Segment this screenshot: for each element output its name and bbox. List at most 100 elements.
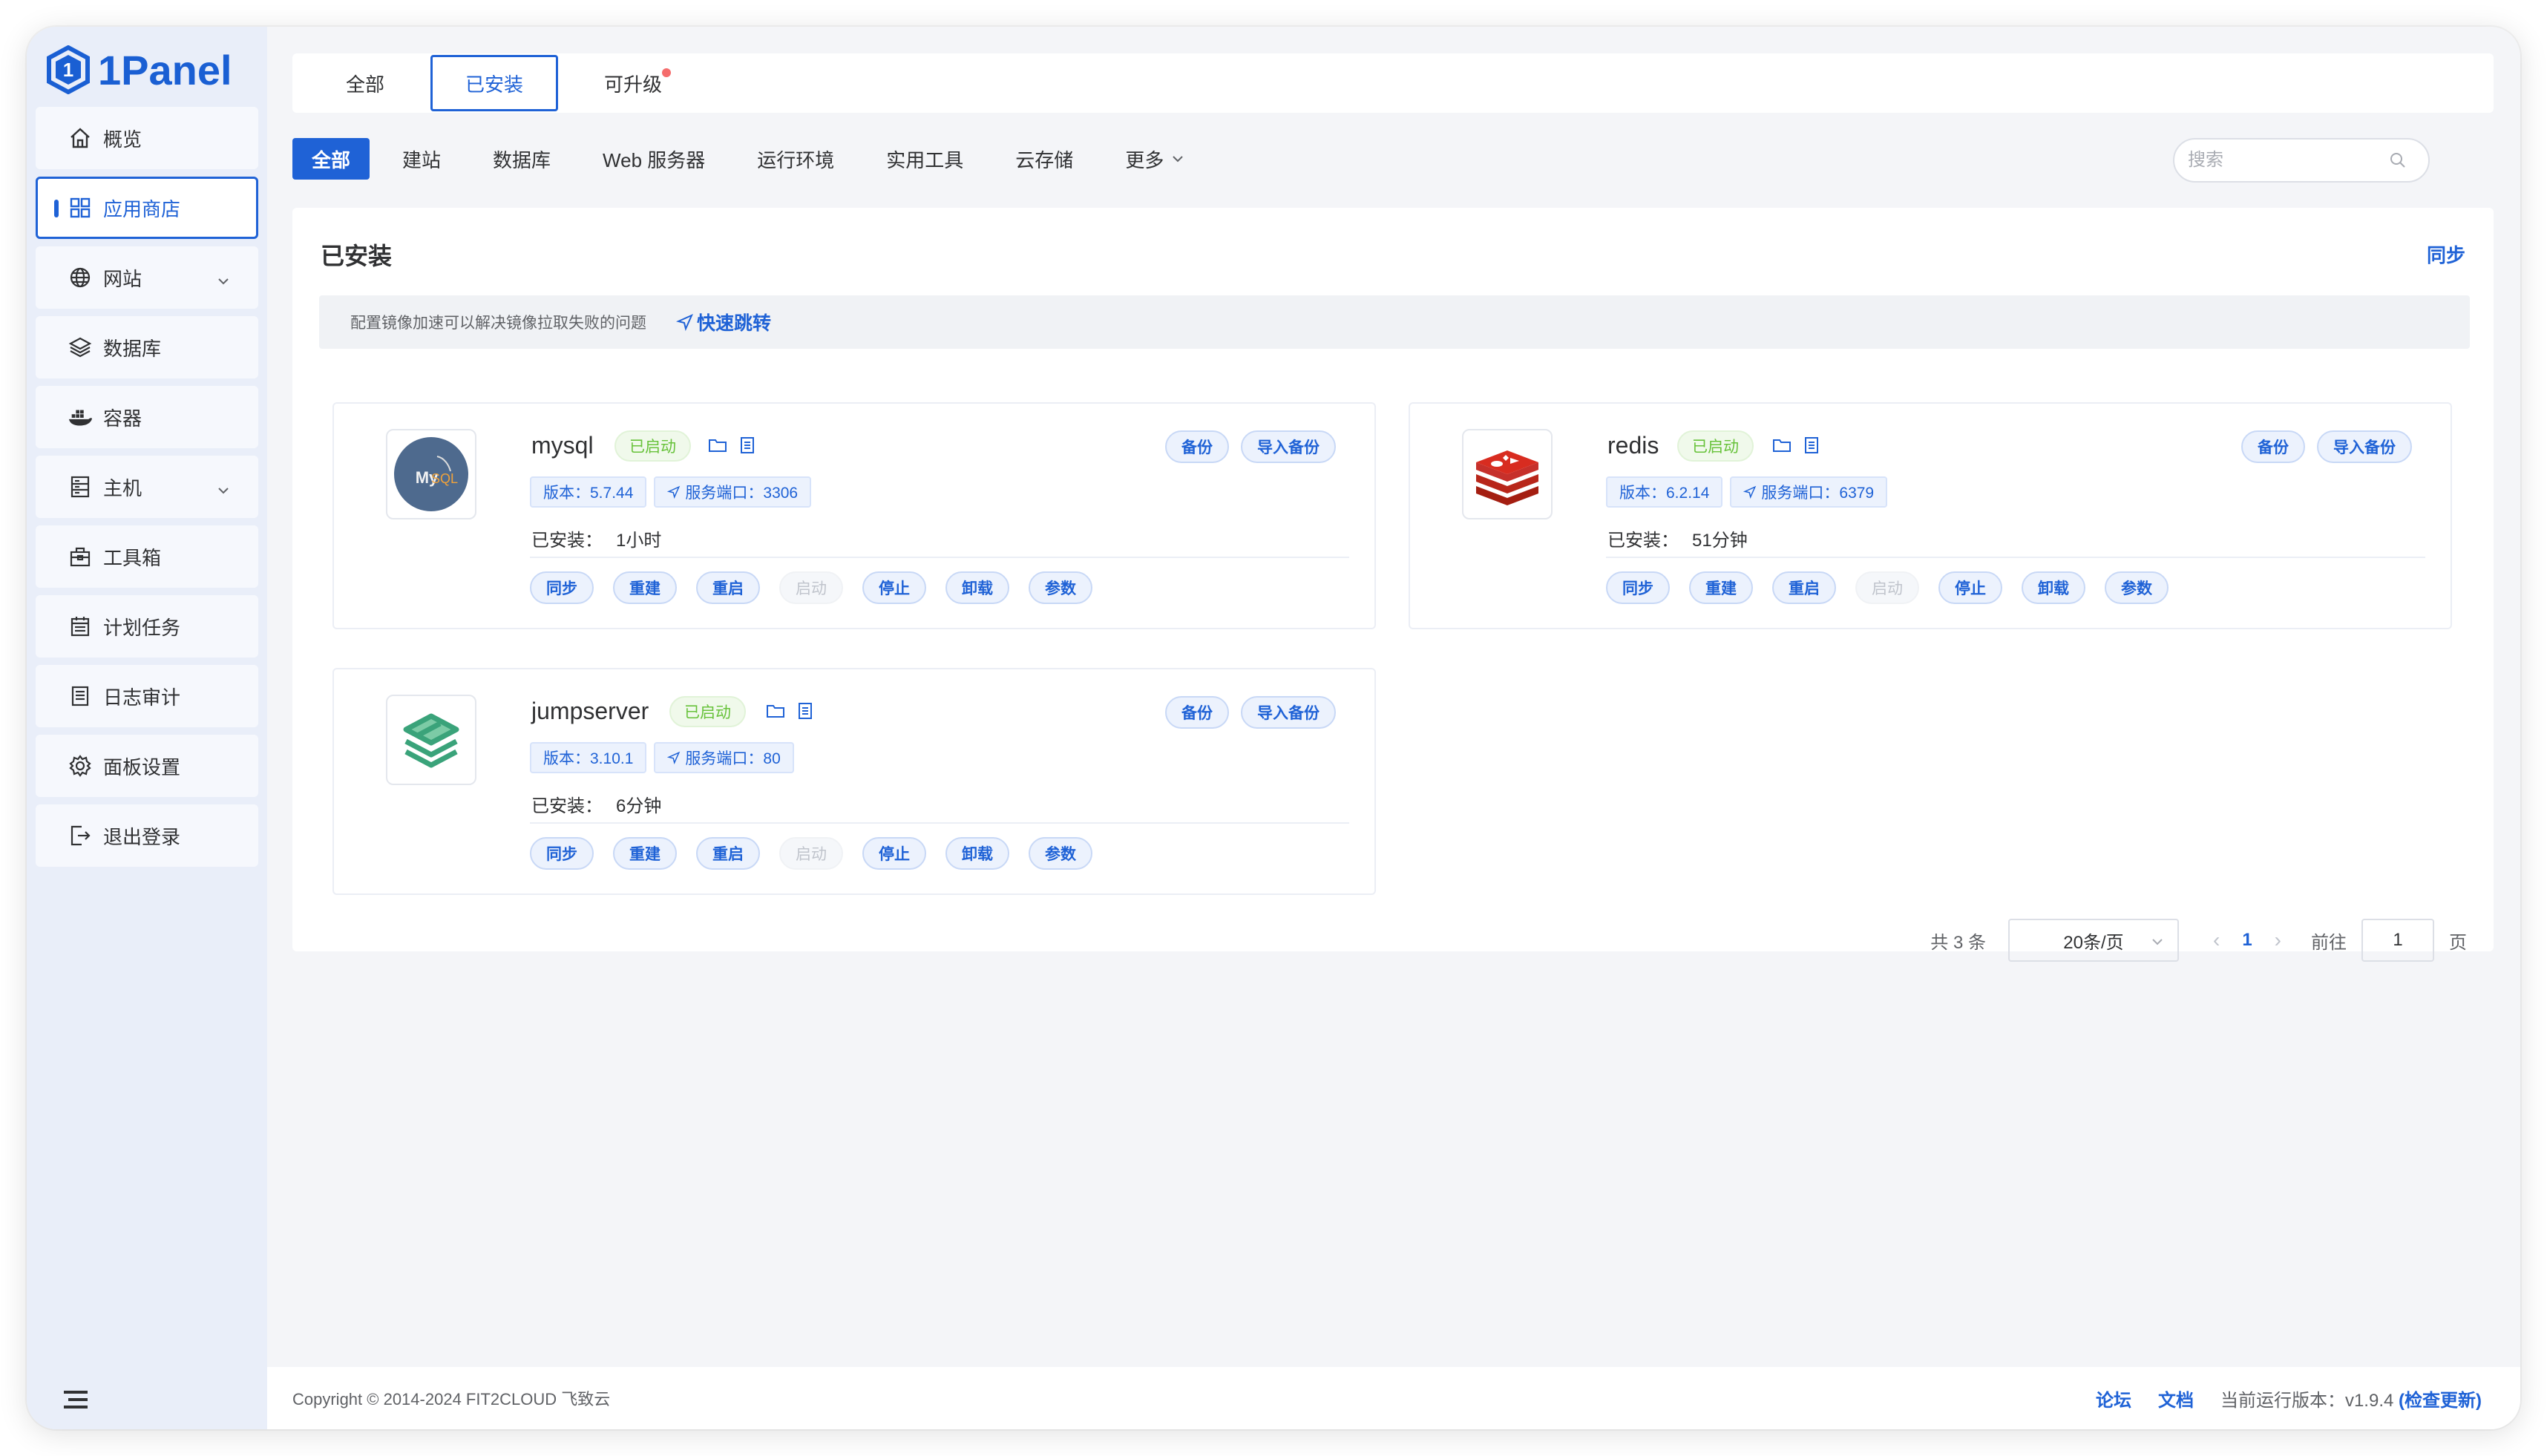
restart-button[interactable]: 重启	[696, 837, 760, 870]
document-icon[interactable]	[1803, 436, 1820, 454]
page-size-select[interactable]: 20条/页	[2007, 919, 2179, 962]
sync-app-button[interactable]: 同步	[1606, 571, 1670, 604]
notice-text: 配置镜像加速可以解决镜像拉取失败的问题	[350, 315, 646, 332]
import-backup-button[interactable]: 导入备份	[2317, 430, 2412, 463]
quick-jump-link[interactable]: 快速跳转	[676, 309, 771, 335]
port-tag[interactable]: 服务端口：80	[654, 742, 794, 773]
folder-icon[interactable]	[708, 436, 727, 454]
app-meta: 版本：5.7.44 服务端口：3306	[530, 476, 812, 508]
app-card-redis: redis 已启动 备份 导入备份 版本：6.2.14 服务端口：6379 已安…	[1409, 402, 2452, 629]
backup-button[interactable]: 备份	[1165, 430, 1229, 463]
rebuild-button[interactable]: 重建	[613, 571, 677, 604]
params-button[interactable]: 参数	[2105, 571, 2169, 604]
category-tools[interactable]: 实用工具	[867, 138, 983, 180]
version-info: 当前运行版本：v1.9.4 (检查更新)	[2220, 1386, 2482, 1411]
sidebar-item-label: 面板设置	[103, 755, 181, 778]
next-page-icon[interactable]: ›	[2275, 928, 2281, 952]
goto-label: 前往	[2311, 932, 2347, 953]
version-number: v1.9.4	[2344, 1390, 2394, 1411]
category-all[interactable]: 全部	[292, 138, 370, 180]
tab-installed[interactable]: 已安装	[430, 55, 559, 111]
apps-grid-icon	[68, 195, 93, 220]
uninstall-button[interactable]: 卸载	[945, 837, 1009, 870]
sidebar-item-toolbox[interactable]: 工具箱	[36, 525, 258, 588]
document-icon[interactable]	[797, 702, 813, 720]
update-dot-badge	[662, 68, 672, 77]
category-web-server[interactable]: Web 服务器	[583, 138, 724, 180]
category-label: 建站	[402, 148, 442, 171]
tab-label: 全部	[346, 73, 385, 96]
sidebar-item-logout[interactable]: 退出登录	[36, 804, 258, 867]
stop-button[interactable]: 停止	[862, 837, 926, 870]
port-tag[interactable]: 服务端口：3306	[654, 476, 812, 508]
search-input[interactable]	[2188, 150, 2388, 171]
svg-text:1: 1	[63, 59, 73, 81]
send-icon	[1743, 485, 1757, 499]
sidebar-item-log-audit[interactable]: 日志审计	[36, 665, 258, 727]
prev-page-icon[interactable]: ‹	[2213, 928, 2220, 952]
tab-all[interactable]: 全部	[313, 55, 417, 111]
sidebar-item-cron[interactable]: 计划任务	[36, 595, 258, 658]
start-button[interactable]: 启动	[1855, 571, 1919, 604]
goto-page-input[interactable]: 1	[2361, 919, 2434, 962]
version-text: 版本：6.2.14	[1619, 485, 1710, 502]
tab-upgradable[interactable]: 可升级	[571, 55, 695, 111]
port-tag[interactable]: 服务端口：6379	[1730, 476, 1888, 508]
sidebar-item-label: 日志审计	[103, 686, 181, 709]
sidebar-item-website[interactable]: 网站	[36, 246, 258, 309]
menu-collapse-icon[interactable]	[61, 1385, 91, 1414]
restart-button[interactable]: 重启	[1772, 571, 1836, 604]
sidebar-item-settings[interactable]: 面板设置	[36, 735, 258, 797]
sync-button[interactable]: 同步	[2427, 240, 2465, 268]
rebuild-button[interactable]: 重建	[1689, 571, 1753, 604]
check-update-link[interactable]: (检查更新)	[2399, 1391, 2482, 1411]
backup-actions: 备份 导入备份	[1165, 696, 1336, 729]
backup-button[interactable]: 备份	[2241, 430, 2305, 463]
sidebar-menu: 概览 应用商店 网站 数据库 容器 主机 工具箱 计划任务 日志审计 面板设置 …	[36, 107, 258, 874]
logo[interactable]: 1 1Panel	[46, 39, 232, 101]
version-tag: 版本：3.10.1	[530, 742, 647, 773]
sidebar-item-label: 工具箱	[103, 546, 162, 569]
category-label: 数据库	[493, 148, 551, 171]
import-backup-button[interactable]: 导入备份	[1241, 696, 1336, 729]
start-button[interactable]: 启动	[779, 571, 843, 604]
params-button[interactable]: 参数	[1029, 571, 1092, 604]
installed-time: 已安装： 51分钟	[1607, 525, 1748, 551]
jumpserver-logo-icon	[386, 695, 476, 785]
category-runtime[interactable]: 运行环境	[738, 138, 853, 180]
params-button[interactable]: 参数	[1029, 837, 1092, 870]
backup-button[interactable]: 备份	[1165, 696, 1229, 729]
app-card-mysql: My SQL mysql 已启动 备份 导入备份 版本：5.7.44 服务端口：…	[332, 402, 1376, 629]
page-number-current[interactable]: 1	[2242, 930, 2252, 951]
category-more-dropdown[interactable]: 更多	[1106, 138, 1205, 180]
stop-button[interactable]: 停止	[1938, 571, 2002, 604]
status-badge: 已启动	[614, 430, 691, 462]
search-icon[interactable]	[2388, 151, 2407, 170]
sidebar-item-overview[interactable]: 概览	[36, 107, 258, 169]
category-database[interactable]: 数据库	[473, 138, 570, 180]
sidebar-item-database[interactable]: 数据库	[36, 316, 258, 378]
stop-button[interactable]: 停止	[862, 571, 926, 604]
restart-button[interactable]: 重启	[696, 571, 760, 604]
app-name: jumpserver	[531, 698, 649, 724]
folder-icon[interactable]	[1772, 436, 1792, 454]
sidebar-item-app-store[interactable]: 应用商店	[36, 177, 258, 239]
sidebar-item-label: 数据库	[103, 337, 162, 360]
sync-app-button[interactable]: 同步	[530, 571, 594, 604]
sidebar-item-host[interactable]: 主机	[36, 456, 258, 518]
sidebar-item-container[interactable]: 容器	[36, 386, 258, 448]
docs-link[interactable]: 文档	[2158, 1386, 2194, 1411]
start-button[interactable]: 启动	[779, 837, 843, 870]
category-website[interactable]: 建站	[383, 138, 460, 180]
import-backup-button[interactable]: 导入备份	[1241, 430, 1336, 463]
sync-app-button[interactable]: 同步	[530, 837, 594, 870]
rebuild-button[interactable]: 重建	[613, 837, 677, 870]
document-icon[interactable]	[739, 436, 755, 454]
uninstall-button[interactable]: 卸载	[945, 571, 1009, 604]
uninstall-button[interactable]: 卸载	[2022, 571, 2085, 604]
category-label: 运行环境	[757, 148, 835, 171]
folder-icon[interactable]	[766, 702, 785, 720]
send-icon	[676, 314, 693, 331]
forum-link[interactable]: 论坛	[2096, 1386, 2131, 1411]
category-cloud-storage[interactable]: 云存储	[996, 138, 1092, 180]
